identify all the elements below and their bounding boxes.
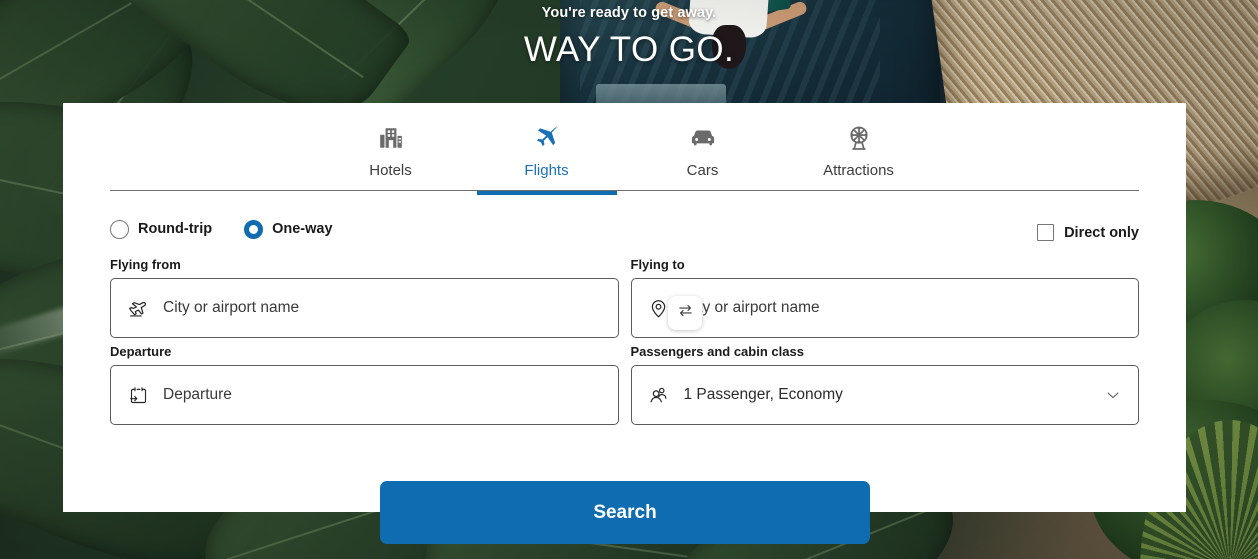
field-passengers-value: 1 Passenger, Economy	[683, 386, 843, 403]
search-fields: Flying from City or airport name Flying …	[63, 241, 1186, 425]
field-flying-from-input[interactable]: City or airport name	[110, 278, 619, 338]
search-tabs: Hotels Flights Cars Attractions	[63, 103, 1186, 195]
checkbox-direct-only-label: Direct only	[1064, 224, 1139, 241]
radio-round-trip-control[interactable]	[110, 219, 129, 239]
field-flying-from-label: Flying from	[110, 257, 181, 272]
tab-label: Hotels	[369, 162, 412, 179]
hotel-building-icon	[313, 123, 469, 153]
field-passengers: Passengers and cabin class 1 Passenger, …	[630, 344, 1139, 425]
search-button[interactable]: Search	[380, 481, 870, 544]
tab-cars[interactable]: Cars	[625, 117, 781, 195]
tabs-divider	[110, 190, 1139, 191]
radio-round-trip[interactable]: Round-trip	[110, 219, 213, 239]
tab-label: Cars	[686, 162, 719, 179]
tab-hotels[interactable]: Hotels	[313, 117, 469, 195]
checkbox-direct-only-control[interactable]	[1037, 224, 1055, 241]
search-card: Hotels Flights Cars Attractions Round-tr…	[63, 103, 1186, 512]
radio-one-way[interactable]: One-way	[244, 219, 333, 239]
radio-one-way-control[interactable]	[244, 219, 264, 239]
tab-label: Attractions	[823, 162, 894, 179]
field-passengers-label: Passengers and cabin class	[630, 344, 804, 359]
page-root: You're ready to get away. WAY TO GO. Hot…	[0, 0, 1258, 559]
car-icon	[625, 123, 781, 153]
field-departure-input[interactable]: Departure	[110, 365, 619, 425]
field-departure: Departure Departure	[110, 344, 619, 425]
airplane-icon	[469, 123, 625, 153]
radio-round-trip-label: Round-trip	[138, 221, 213, 237]
field-flying-to: Flying to City or airport name	[630, 257, 1139, 338]
ferris-wheel-icon	[781, 123, 937, 153]
field-row-details: Departure Departure Passengers and cabin…	[110, 344, 1139, 425]
field-flying-from: Flying from City or airport name	[110, 257, 619, 338]
tab-flights[interactable]: Flights	[469, 117, 625, 195]
field-row-locations: Flying from City or airport name Flying …	[110, 257, 1139, 338]
field-departure-placeholder: Departure	[163, 386, 232, 403]
field-flying-from-placeholder: City or airport name	[163, 299, 300, 316]
tab-attractions[interactable]: Attractions	[781, 117, 937, 195]
plane-departure-icon	[127, 297, 149, 319]
checkbox-direct-only[interactable]: Direct only	[1037, 224, 1139, 241]
tab-label: Flights	[524, 162, 569, 179]
calendar-arrow-icon	[127, 384, 149, 406]
field-flying-to-input[interactable]: City or airport name	[630, 278, 1139, 338]
passengers-icon	[648, 384, 670, 406]
field-flying-to-placeholder: City or airport name	[683, 299, 820, 316]
field-passengers-select[interactable]: 1 Passenger, Economy	[630, 365, 1139, 425]
chevron-down-icon	[1104, 386, 1122, 404]
swap-arrows-icon	[677, 302, 694, 324]
swap-locations-button[interactable]	[668, 296, 702, 330]
field-departure-label: Departure	[110, 344, 172, 359]
location-pin-icon	[648, 297, 670, 319]
trip-options-row: Round-trip One-way Direct only	[63, 195, 1186, 241]
field-flying-to-label: Flying to	[630, 257, 685, 272]
radio-one-way-label: One-way	[272, 221, 333, 237]
